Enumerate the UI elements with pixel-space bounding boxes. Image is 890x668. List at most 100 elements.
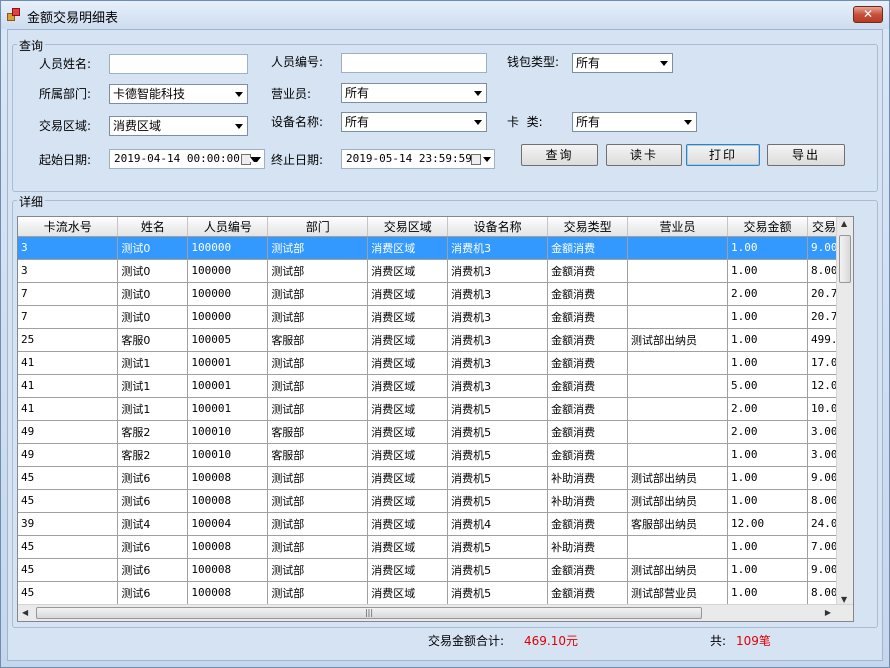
table-cell: 客服部 bbox=[267, 420, 369, 444]
horizontal-scrollbar[interactable]: ◀ ||| ▶ bbox=[18, 604, 853, 621]
print-button[interactable]: 打印 bbox=[686, 144, 760, 166]
table-row[interactable]: 25 客服0 100005 客服部 消费区域 消费机3 金额消费 测试部出纳员 1.00 499.… bbox=[18, 328, 853, 352]
table-cell: 测试部 bbox=[267, 512, 369, 536]
table-cell: 消费区域 bbox=[367, 397, 449, 421]
number-input[interactable] bbox=[341, 53, 487, 73]
table-cell: 消费机4 bbox=[447, 512, 549, 536]
query-button[interactable]: 查询 bbox=[521, 144, 598, 166]
table-cell: 消费机5 bbox=[447, 443, 549, 467]
table-cell: 测试部出纳员 bbox=[627, 466, 728, 490]
table-cell: 2.00 bbox=[727, 420, 808, 444]
clerk-select[interactable]: 所有 bbox=[341, 83, 487, 103]
table-cell: 41 bbox=[18, 351, 119, 375]
chevron-down-icon bbox=[474, 91, 482, 96]
table-cell: 消费机3 bbox=[447, 259, 549, 283]
table-row[interactable]: 7 测试0 100000 测试部 消费区域 消费机3 金额消费 2.00 20.70 bbox=[18, 282, 853, 306]
table-cell: 消费区域 bbox=[367, 236, 449, 260]
table-cell: 消费区域 bbox=[367, 420, 449, 444]
name-input[interactable] bbox=[109, 54, 248, 74]
detail-grid[interactable]: 卡流水号 姓名 人员编号 部门 交易区域 设备名称 交易类型 营业员 交易金额 交易余 3 测试0 1… bbox=[17, 216, 854, 622]
table-cell: 测试6 bbox=[117, 558, 189, 582]
table-cell: 金额消费 bbox=[547, 581, 629, 605]
table-cell: 消费区域 bbox=[367, 558, 449, 582]
table-cell: 消费区域 bbox=[367, 443, 449, 467]
dept-select[interactable]: 卡德智能科技 bbox=[109, 84, 248, 104]
wallet-select[interactable]: 所有 bbox=[572, 53, 673, 73]
table-row[interactable]: 41 测试1 100001 测试部 消费区域 消费机5 金额消费 2.00 10.00 bbox=[18, 397, 853, 421]
cardtype-select[interactable]: 所有 bbox=[572, 112, 697, 132]
vertical-scroll-thumb[interactable] bbox=[839, 235, 851, 283]
close-button[interactable]: ✕ bbox=[853, 6, 883, 23]
table-cell: 消费区域 bbox=[367, 512, 449, 536]
scroll-right-icon[interactable]: ▶ bbox=[825, 608, 831, 617]
scroll-up-icon[interactable]: ▲ bbox=[841, 219, 847, 228]
start-date-picker[interactable]: 2019-04-14 00:00:00 bbox=[109, 149, 265, 169]
table-cell: 1.00 bbox=[727, 328, 808, 352]
query-group-title: 查询 bbox=[17, 37, 46, 54]
table-cell: 金额消费 bbox=[547, 351, 629, 375]
table-cell: 金额消费 bbox=[547, 328, 629, 352]
table-row[interactable]: 45 测试6 100008 测试部 消费区域 消费机5 补助消费 测试部出纳员 1.00 8.00 bbox=[18, 489, 853, 513]
table-cell: 消费机3 bbox=[447, 282, 549, 306]
table-cell: 消费区域 bbox=[367, 374, 449, 398]
table-cell: 1.00 bbox=[727, 236, 808, 260]
table-cell: 消费机5 bbox=[447, 489, 549, 513]
horizontal-scroll-thumb[interactable]: ||| bbox=[36, 607, 702, 619]
table-cell: 消费机3 bbox=[447, 374, 549, 398]
column-header[interactable]: 营业员 bbox=[627, 217, 728, 237]
device-select[interactable]: 所有 bbox=[341, 112, 487, 132]
table-row[interactable]: 45 测试6 100008 测试部 消费区域 消费机5 补助消费 测试部出纳员 1.00 9.00 bbox=[18, 466, 853, 490]
table-row[interactable]: 7 测试0 100000 测试部 消费区域 消费机3 金额消费 1.00 20.70 bbox=[18, 305, 853, 329]
table-cell: 测试部 bbox=[267, 581, 369, 605]
export-button[interactable]: 导出 bbox=[767, 144, 845, 166]
table-header: 卡流水号 姓名 人员编号 部门 交易区域 设备名称 交易类型 营业员 交易金额 交易余 bbox=[18, 217, 853, 237]
read-card-button[interactable]: 读卡 bbox=[606, 144, 682, 166]
table-cell: 消费区域 bbox=[367, 466, 449, 490]
table-cell: 金额消费 bbox=[547, 558, 629, 582]
calendar-icon bbox=[471, 154, 481, 165]
table-row[interactable]: 45 测试6 100008 测试部 消费区域 消费机5 金额消费 测试部出纳员 1.00 9.00 bbox=[18, 558, 853, 582]
table-cell: 100000 bbox=[187, 305, 269, 329]
table-row[interactable]: 3 测试0 100000 测试部 消费区域 消费机3 金额消费 1.00 9.00 bbox=[18, 236, 853, 260]
scroll-left-icon[interactable]: ◀ bbox=[22, 608, 28, 617]
table-cell: 测试部 bbox=[267, 374, 369, 398]
area-select[interactable]: 消费区域 bbox=[109, 116, 248, 136]
table-cell: 消费机3 bbox=[447, 351, 549, 375]
area-label: 交易区域: bbox=[39, 119, 92, 133]
column-header[interactable]: 人员编号 bbox=[187, 217, 269, 237]
table-cell: 测试部 bbox=[267, 351, 369, 375]
title-bar[interactable]: 金额交易明细表 ✕ bbox=[1, 1, 889, 29]
column-header[interactable]: 部门 bbox=[267, 217, 369, 237]
table-row[interactable]: 49 客服2 100010 客服部 消费区域 消费机5 金额消费 1.00 3.00 bbox=[18, 443, 853, 467]
table-cell: 3 bbox=[18, 236, 119, 260]
table-cell: 测试部 bbox=[267, 558, 369, 582]
column-header[interactable]: 交易类型 bbox=[547, 217, 629, 237]
column-header[interactable]: 卡流水号 bbox=[18, 217, 119, 237]
end-date-picker[interactable]: 2019-05-14 23:59:59 bbox=[341, 149, 495, 169]
table-cell: 100008 bbox=[187, 489, 269, 513]
table-row[interactable]: 45 测试6 100008 测试部 消费区域 消费机5 金额消费 测试部营业员 1.00 8.00 bbox=[18, 581, 853, 605]
table-cell: 补助消费 bbox=[547, 489, 629, 513]
table-cell bbox=[627, 236, 728, 260]
table-row[interactable]: 45 测试6 100008 测试部 消费区域 消费机5 补助消费 1.00 7.00 bbox=[18, 535, 853, 559]
column-header[interactable]: 设备名称 bbox=[447, 217, 549, 237]
table-row[interactable]: 41 测试1 100001 测试部 消费区域 消费机3 金额消费 1.00 17.00 bbox=[18, 351, 853, 375]
scroll-down-icon[interactable]: ▼ bbox=[841, 595, 847, 604]
table-row[interactable]: 3 测试0 100000 测试部 消费区域 消费机3 金额消费 1.00 8.00 bbox=[18, 259, 853, 283]
table-cell: 7 bbox=[18, 305, 119, 329]
table-cell: 测试6 bbox=[117, 581, 189, 605]
table-cell: 消费机3 bbox=[447, 328, 549, 352]
table-cell bbox=[627, 305, 728, 329]
table-row[interactable]: 39 测试4 100004 测试部 消费区域 消费机4 金额消费 客服部出纳员 12.00 24.… bbox=[18, 512, 853, 536]
table-row[interactable]: 41 测试1 100001 测试部 消费区域 消费机3 金额消费 5.00 12.00 bbox=[18, 374, 853, 398]
name-label: 人员姓名: bbox=[39, 57, 92, 71]
column-header[interactable]: 交易金额 bbox=[727, 217, 808, 237]
table-cell: 3 bbox=[18, 259, 119, 283]
vertical-scrollbar[interactable]: ▲ ▼ bbox=[836, 217, 853, 606]
column-header[interactable]: 交易区域 bbox=[367, 217, 449, 237]
count-value: 109笔 bbox=[736, 634, 771, 648]
table-row[interactable]: 49 客服2 100010 客服部 消费区域 消费机5 金额消费 2.00 3.00 bbox=[18, 420, 853, 444]
column-header[interactable]: 姓名 bbox=[117, 217, 189, 237]
table-cell: 客服0 bbox=[117, 328, 189, 352]
cardtype-select-value: 所有 bbox=[576, 115, 601, 129]
